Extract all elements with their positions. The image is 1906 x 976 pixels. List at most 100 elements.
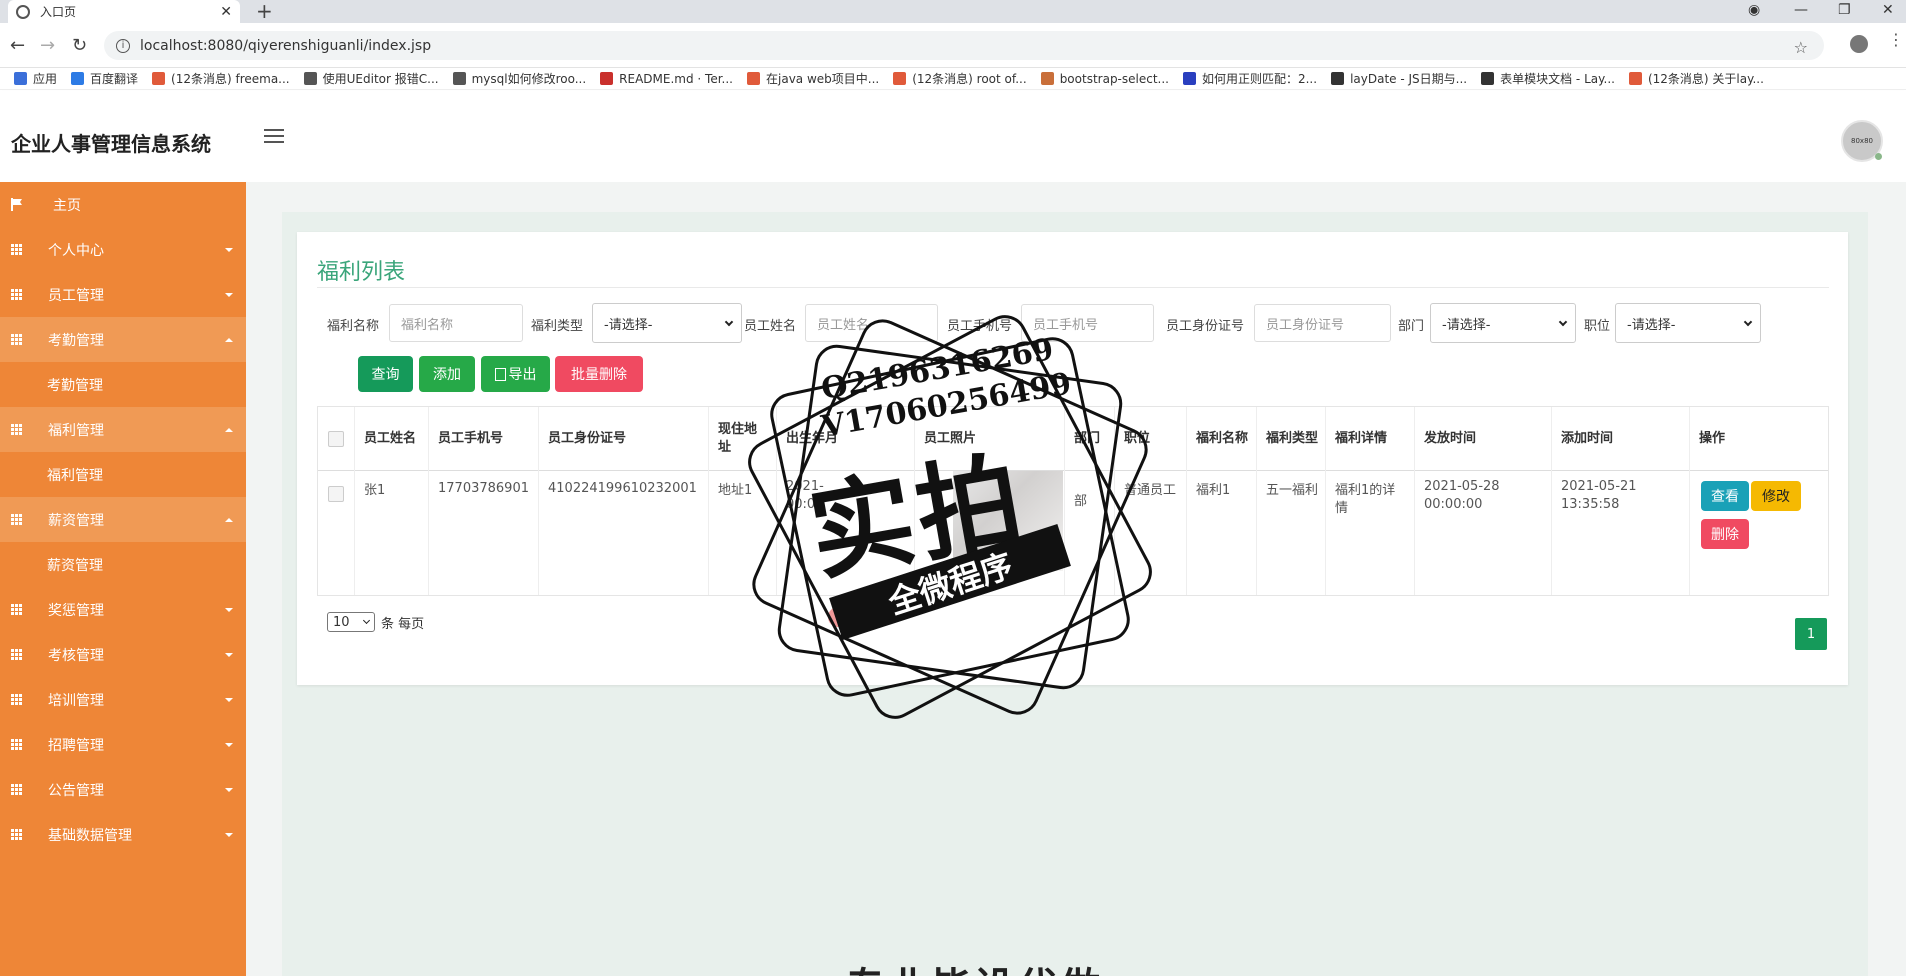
bookmark-item[interactable]: 百度翻译 [71, 70, 138, 87]
sidebar-item[interactable]: 公告管理 [0, 767, 246, 812]
emp-phone-input[interactable]: 员工手机号 [1021, 304, 1154, 342]
sidebar-item[interactable]: 奖惩管理 [0, 587, 246, 632]
new-tab-icon[interactable]: + [256, 0, 273, 22]
emp-id-input[interactable]: 员工身份证号 [1254, 304, 1391, 342]
bookmark-label: mysql如何修改roo... [471, 72, 587, 86]
col-address[interactable]: 现住地址 [718, 407, 768, 470]
page-size-select[interactable]: 10 [327, 612, 375, 632]
sidebar-item[interactable]: 薪资管理 [0, 497, 246, 542]
sidebar-item[interactable]: 培训管理 [0, 677, 246, 722]
view-button[interactable]: 查看 [1701, 481, 1749, 511]
welfare-name-input[interactable]: 福利名称 [389, 304, 523, 342]
bookmark-item[interactable]: bootstrap-select... [1040, 72, 1169, 86]
account-icon[interactable] [1850, 35, 1868, 53]
hand-cursor-icon [841, 612, 857, 633]
col-welfare-detail[interactable]: 福利详情 [1335, 407, 1411, 470]
cell-emp-phone: 17703786901 [438, 481, 529, 496]
col-emp-phone[interactable]: 员工手机号 [438, 407, 534, 470]
col-welfare-type[interactable]: 福利类型 [1266, 407, 1318, 470]
sidebar-item[interactable]: 员工管理 [0, 272, 246, 317]
col-photo[interactable]: 员工照片 [924, 407, 1054, 470]
bookmark-item[interactable]: (12条消息) 关于lay... [1628, 70, 1764, 87]
chevron-down-icon [1558, 317, 1568, 327]
sidebar-item[interactable]: 招聘管理 [0, 722, 246, 767]
bookmark-favicon-icon [893, 72, 907, 85]
sidebar-item-label: 考勤管理 [48, 332, 104, 349]
select-all-checkbox[interactable] [328, 431, 344, 447]
tab-close-icon[interactable]: ✕ [220, 4, 232, 20]
export-button[interactable]: 导出 [481, 356, 550, 392]
caret-down-icon [225, 608, 233, 612]
sidebar-subitem[interactable]: 福利管理 [0, 452, 246, 497]
url-input[interactable]: i localhost:8080/qiyerenshiguanli/index.… [104, 31, 1824, 60]
close-window-icon[interactable]: ✕ [1882, 2, 1894, 18]
forward-icon[interactable]: → [40, 35, 55, 56]
bookmark-item[interactable]: 如何用正则匹配：2... [1182, 70, 1317, 87]
tab-search-icon[interactable]: ◉ [1748, 2, 1760, 18]
welfare-type-select[interactable]: -请选择- [592, 303, 742, 343]
query-button[interactable]: 查询 [358, 356, 413, 392]
bookmark-star-icon[interactable]: ☆ [1794, 38, 1808, 57]
bookmark-item[interactable]: 应用 [14, 70, 57, 87]
sidebar-subitem[interactable]: 薪资管理 [0, 542, 246, 587]
col-add-time[interactable]: 添加时间 [1561, 407, 1681, 470]
col-emp-id[interactable]: 员工身份证号 [548, 407, 698, 470]
bookmark-item[interactable]: 表单模块文档 - Lay... [1481, 70, 1615, 87]
sidebar-item[interactable]: 基础数据管理 [0, 812, 246, 857]
bookmark-item[interactable]: (12条消息) freema... [152, 70, 290, 87]
row-checkbox[interactable] [328, 486, 344, 502]
export-icon [494, 367, 506, 381]
position-select[interactable]: -请选择- [1615, 303, 1761, 343]
grid-icon [11, 424, 24, 435]
delete-button[interactable]: 删除 [1701, 519, 1749, 549]
bookmark-item[interactable]: layDate - JS日期与... [1331, 70, 1467, 87]
dept-label: 部门 [1398, 319, 1425, 334]
page-1-button[interactable]: 1 [1795, 618, 1827, 650]
col-welfare-name[interactable]: 福利名称 [1196, 407, 1248, 470]
info-icon[interactable]: i [116, 38, 130, 53]
menu-toggle-icon[interactable] [264, 129, 284, 147]
bookmark-favicon-icon [14, 72, 27, 85]
grid-icon [11, 649, 24, 660]
chevron-down-icon [362, 616, 371, 625]
col-birth[interactable]: 出生年月 [786, 407, 906, 470]
back-icon[interactable]: ← [10, 35, 25, 56]
sidebar-item[interactable]: 个人中心 [0, 227, 246, 272]
cell-welfare-name: 福利1 [1196, 483, 1231, 498]
bookmark-item[interactable]: (12条消息) root of... [893, 70, 1027, 87]
col-emp-name[interactable]: 员工姓名 [364, 407, 424, 470]
bookmark-label: 应用 [33, 72, 58, 86]
sidebar-item[interactable]: 考核管理 [0, 632, 246, 677]
sidebar-item[interactable]: 福利管理 [0, 407, 246, 452]
dept-select[interactable]: -请选择- [1430, 303, 1576, 343]
col-position[interactable]: 职位 [1124, 407, 1180, 470]
emp-name-input[interactable]: 员工姓名 [805, 304, 938, 342]
browser-tab[interactable]: 入口页 ✕ [8, 0, 240, 23]
bookmark-item[interactable]: 使用UEditor 报错C... [303, 70, 439, 87]
bookmark-item[interactable]: mysql如何修改roo... [452, 70, 587, 87]
welfare-type-value: -请选择- [604, 317, 653, 333]
bookmark-item[interactable]: 在java web项目中... [747, 70, 879, 87]
bookmark-item[interactable]: README.md · Ter... [600, 72, 733, 86]
bookmark-label: (12条消息) freema... [171, 72, 290, 86]
browser-menu-icon[interactable]: ⋮ [1888, 30, 1904, 49]
batch-delete-button[interactable]: 批量删除 [555, 356, 643, 392]
panel-title: 福利列表 [317, 260, 406, 285]
sidebar-item-label: 薪资管理 [47, 557, 103, 574]
caret-down-icon [225, 833, 233, 837]
sidebar-item-label: 招聘管理 [48, 737, 104, 754]
edit-button[interactable]: 修改 [1751, 481, 1801, 511]
minimize-icon[interactable]: — [1794, 2, 1808, 18]
bookmark-favicon-icon [1481, 72, 1495, 85]
dept-value: -请选择- [1442, 317, 1491, 333]
sidebar-item[interactable]: 主页 [0, 182, 246, 227]
reload-icon[interactable]: ↻ [72, 35, 87, 56]
cell-position: 普通员工 [1124, 483, 1177, 498]
col-dept[interactable]: 部门 [1074, 407, 1110, 470]
restore-icon[interactable]: ❐ [1838, 2, 1851, 18]
sidebar-subitem[interactable]: 考勤管理 [0, 362, 246, 407]
caret-down-icon [225, 788, 233, 792]
sidebar-item[interactable]: 考勤管理 [0, 317, 246, 362]
col-issue-time[interactable]: 发放时间 [1424, 407, 1544, 470]
add-button[interactable]: 添加 [419, 356, 475, 392]
